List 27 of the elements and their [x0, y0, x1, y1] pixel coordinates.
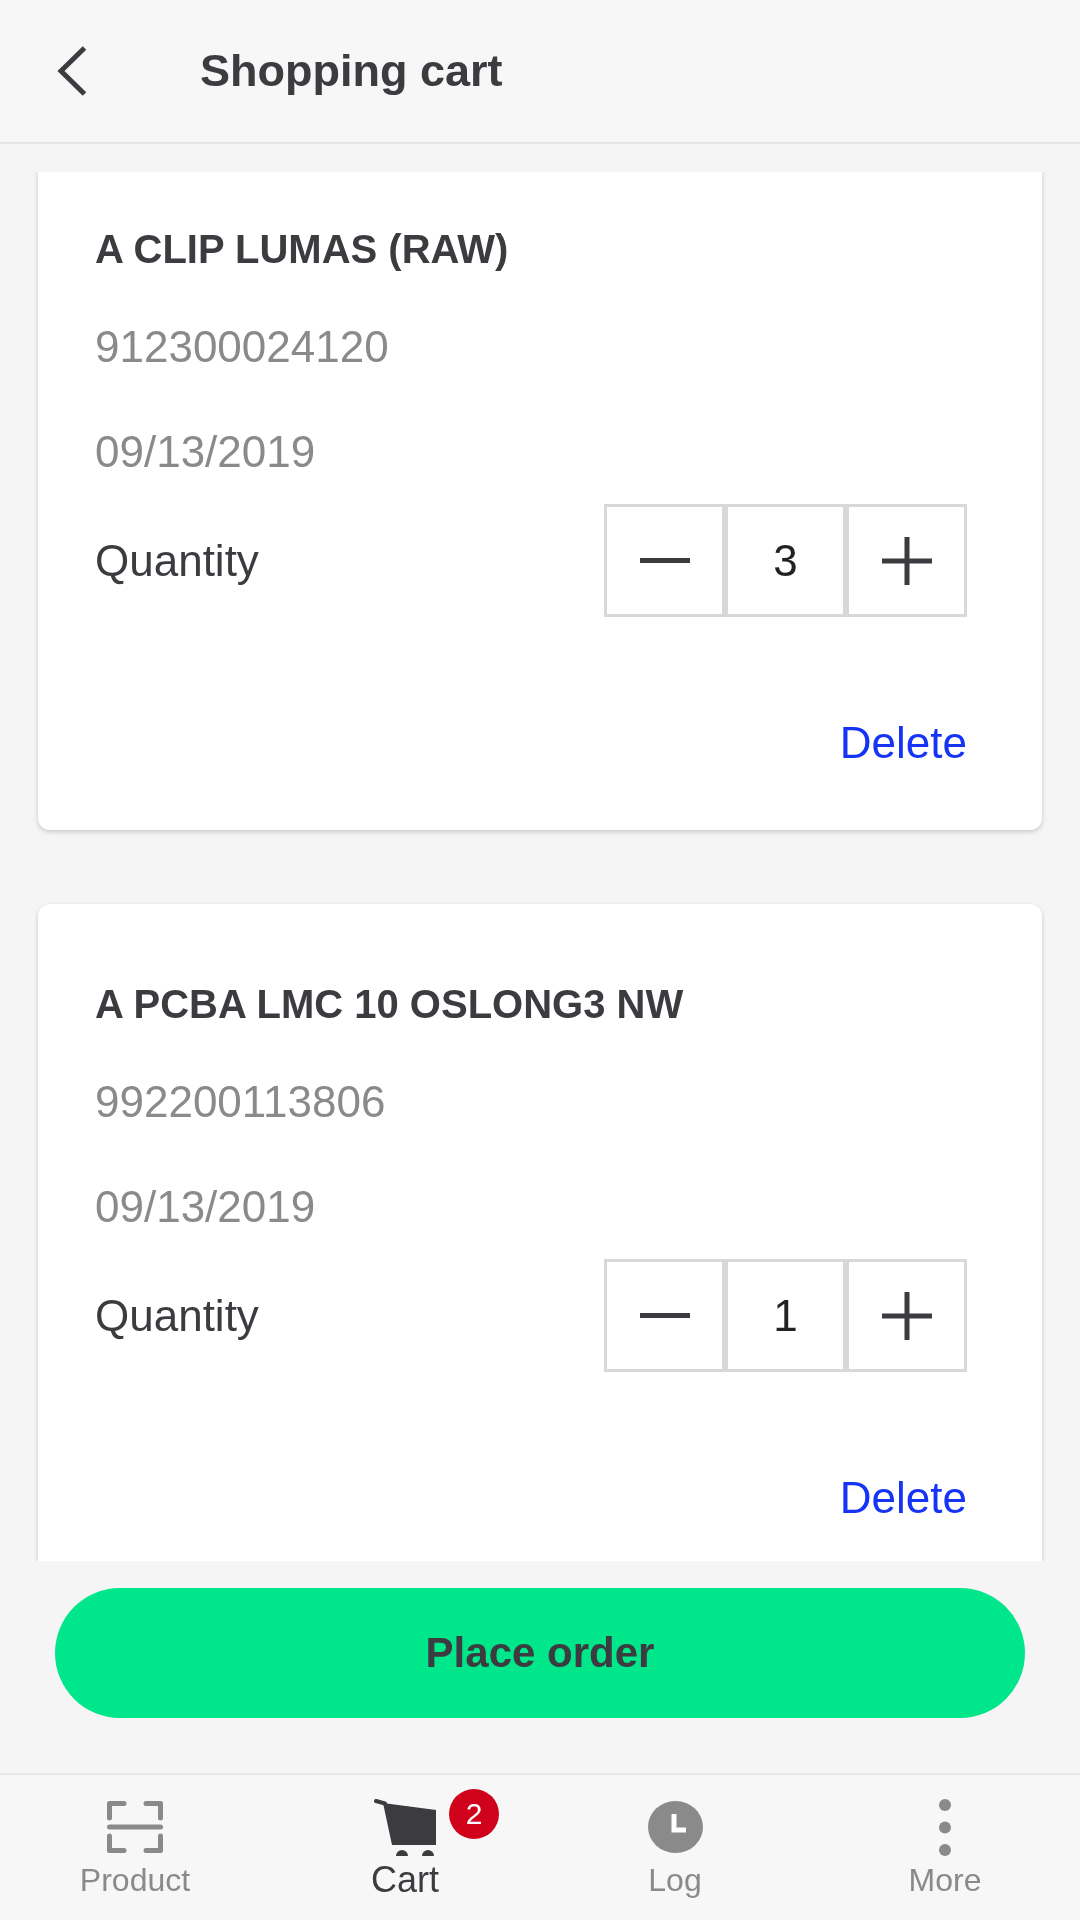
product-code: 992200113806	[95, 1077, 386, 1127]
quantity-label: Quantity	[95, 535, 259, 586]
count-badge: 2	[449, 1789, 499, 1839]
quantity-value: 3	[725, 504, 846, 617]
product-name: A CLIP LUMAS (RAW)	[95, 226, 509, 273]
scan-icon	[107, 1801, 163, 1853]
increase-button[interactable]	[846, 504, 967, 617]
cart-icon	[374, 1798, 436, 1856]
order-date: 09/13/2019	[95, 427, 316, 477]
quantity-label: Quantity	[95, 1290, 259, 1341]
product-name: A PCBA LMC 10 OSLONG3 NW	[95, 981, 684, 1028]
product-code: 912300024120	[95, 322, 389, 372]
clock-icon	[647, 1801, 703, 1853]
minus-icon	[639, 558, 690, 563]
back-icon	[56, 45, 88, 97]
minus-icon	[639, 1313, 690, 1318]
more-icon	[939, 1798, 951, 1856]
order-date: 09/13/2019	[95, 1182, 316, 1232]
plus-icon	[881, 1291, 932, 1340]
page-title: Shopping cart	[200, 44, 503, 98]
back-button[interactable]	[56, 45, 88, 97]
quantity-value: 1	[725, 1259, 846, 1372]
increase-button[interactable]	[846, 1259, 967, 1372]
delete-button[interactable]: Delete	[839, 718, 967, 768]
place-order-button[interactable]: Place order	[55, 1588, 1025, 1718]
plus-icon	[881, 536, 932, 585]
delete-button[interactable]: Delete	[839, 1473, 967, 1523]
